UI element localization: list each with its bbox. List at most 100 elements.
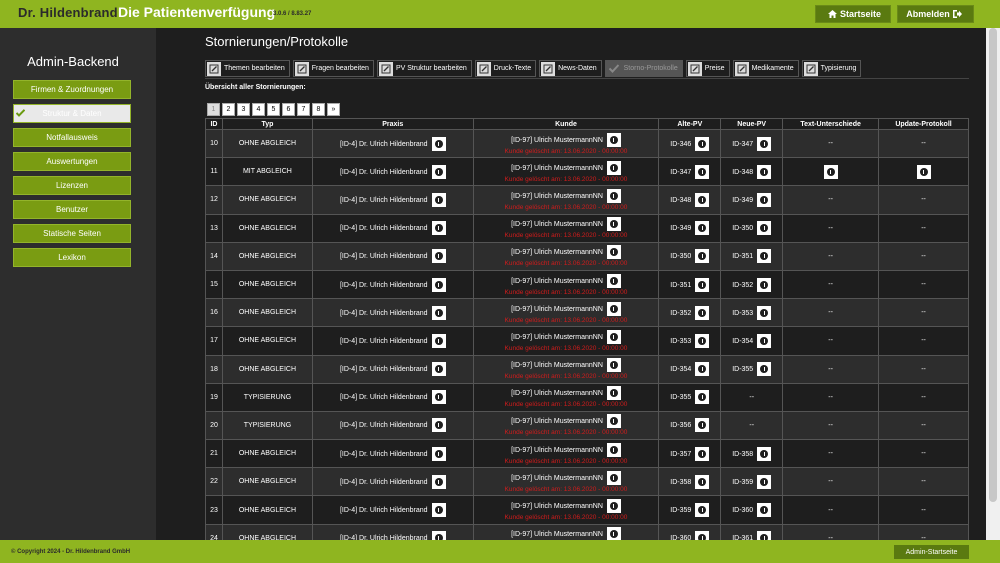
column-header: Update-Protokoll [878,118,969,130]
info-icon[interactable] [695,474,710,489]
info-icon[interactable] [757,362,772,377]
info-icon[interactable] [757,446,772,461]
sidebar-item-1[interactable]: Firmen & Zuordnungen [13,80,131,99]
info-icon[interactable] [431,277,446,292]
tab-5[interactable]: News-Daten [539,60,602,77]
info-icon[interactable] [606,470,621,485]
info-icon[interactable] [606,301,621,316]
info-icon[interactable] [695,192,710,207]
tab-label: Preise [704,65,725,72]
tab-1[interactable]: Themen bearbeiten [205,60,290,77]
page-link-4[interactable]: 4 [252,103,265,116]
info-icon[interactable] [606,386,621,401]
tab-2[interactable]: Fragen bearbeiten [292,60,374,77]
page-link-3[interactable]: 3 [237,103,250,116]
page-link-8[interactable]: 8 [312,103,325,116]
scrollbar[interactable] [986,28,1000,540]
info-icon[interactable] [606,217,621,232]
tab-7[interactable]: Preise [685,60,730,77]
info-icon[interactable] [431,136,446,151]
tab-4[interactable]: Druck-Texte [474,60,537,77]
sidebar-item-8[interactable]: Lexikon [13,248,131,267]
info-icon[interactable] [606,188,621,203]
info-icon[interactable] [431,446,446,461]
cell-update-log: -- [878,495,969,525]
info-icon[interactable] [757,277,772,292]
info-icon[interactable] [757,249,772,264]
info-icon[interactable] [431,249,446,264]
info-icon[interactable] [431,221,446,236]
tab-label: News-Daten [558,65,597,72]
info-icon[interactable] [606,358,621,373]
page-link-7[interactable]: 7 [297,103,310,116]
logout-button[interactable]: Abmelden [897,5,974,23]
tab-3[interactable]: PV Struktur bearbeiten [376,60,472,77]
sidebar-item-3[interactable]: Notfallausweis [13,128,131,147]
info-icon[interactable] [606,245,621,260]
info-icon[interactable] [606,414,621,429]
info-icon[interactable] [431,362,446,377]
text-diff-value: -- [828,140,833,148]
info-icon[interactable] [757,503,772,518]
page-link-9[interactable]: » [327,103,340,116]
info-icon[interactable] [757,474,772,489]
sidebar-item-6[interactable]: Benutzer [13,200,131,219]
info-icon[interactable] [695,418,710,433]
sidebar-item-4[interactable]: Auswertungen [13,152,131,171]
logout-icon [952,10,962,18]
info-icon[interactable] [695,446,710,461]
page-link-2[interactable]: 2 [222,103,235,116]
info-icon[interactable] [757,333,772,348]
admin-home-button[interactable]: Admin-Startseite [894,545,969,559]
info-icon[interactable] [695,136,710,151]
info-icon[interactable] [606,499,621,514]
info-icon[interactable] [606,160,621,175]
info-icon[interactable] [757,305,772,320]
section-subtitle: Übersicht aller Stornierungen: [205,84,306,91]
info-icon[interactable] [606,132,621,147]
scrollbar-thumb[interactable] [989,28,997,502]
info-icon[interactable] [757,221,772,236]
info-icon[interactable] [431,192,446,207]
info-icon[interactable] [757,192,772,207]
tab-9[interactable]: Typisierung [801,60,862,77]
info-icon[interactable] [695,362,710,377]
sidebar-item-2[interactable]: Struktur & Daten [13,104,131,123]
page-link-1[interactable]: 1 [207,103,220,116]
copyright-text: © Copyright 2024 - Dr. Hildenbrand GmbH [11,549,131,555]
info-icon[interactable] [431,503,446,518]
info-icon[interactable] [823,164,838,179]
info-icon[interactable] [757,164,772,179]
info-icon[interactable] [606,329,621,344]
sidebar-item-5[interactable]: Lizenzen [13,176,131,195]
info-icon[interactable] [695,277,710,292]
tab-8[interactable]: Medikamente [732,60,799,77]
cell-update-log: -- [878,354,969,384]
info-icon[interactable] [695,390,710,405]
info-icon[interactable] [695,305,710,320]
edit-icon [207,61,221,76]
info-icon[interactable] [431,305,446,320]
info-icon[interactable] [431,390,446,405]
info-icon[interactable] [757,136,772,151]
info-icon[interactable] [695,333,710,348]
info-icon[interactable] [695,221,710,236]
info-icon[interactable] [431,164,446,179]
info-icon[interactable] [606,273,621,288]
page-link-5[interactable]: 5 [267,103,280,116]
customer-name: [ID-97] Ulrich MustermannNN [511,164,603,172]
page-link-6[interactable]: 6 [282,103,295,116]
cell-text-diff: -- [782,185,880,215]
info-icon[interactable] [431,418,446,433]
info-icon[interactable] [606,442,621,457]
info-icon[interactable] [695,164,710,179]
cell-type: MIT ABGLEICH [221,157,313,187]
info-icon[interactable] [695,249,710,264]
home-button[interactable]: Startseite [815,5,891,23]
sidebar-item-7[interactable]: Statische Seiten [13,224,131,243]
info-icon[interactable] [916,164,931,179]
info-icon[interactable] [431,333,446,348]
tab-6[interactable]: Storno-Protokolle [604,60,683,77]
info-icon[interactable] [431,474,446,489]
info-icon[interactable] [695,503,710,518]
